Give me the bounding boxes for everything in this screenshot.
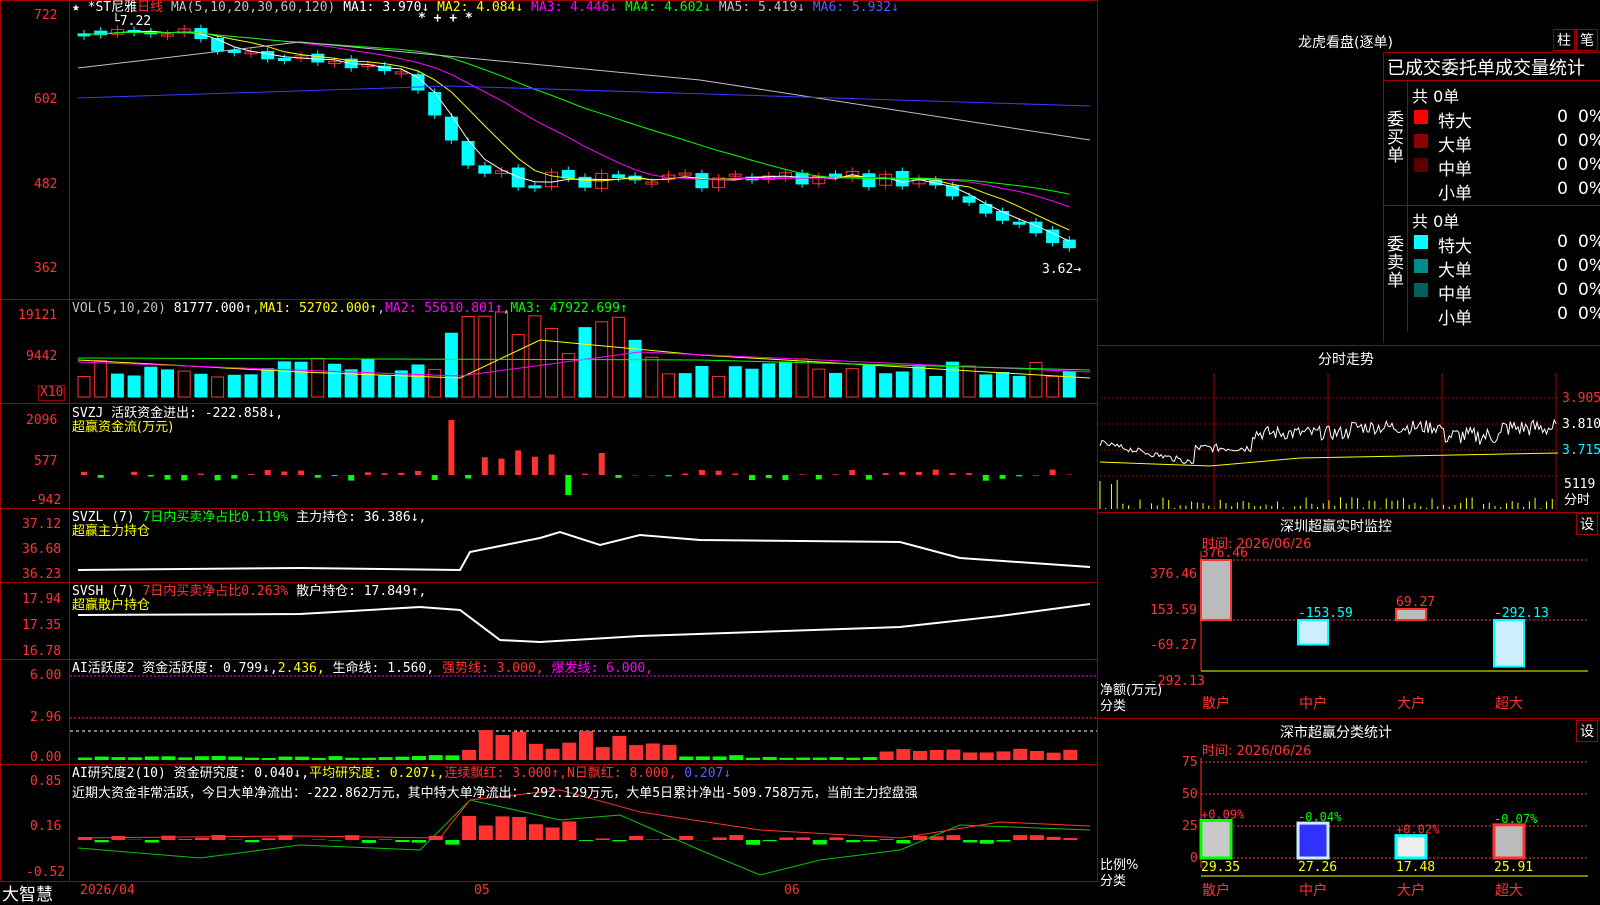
- intraday-chart: [0, 0, 1600, 900]
- intraday-avg-line: [1100, 453, 1558, 466]
